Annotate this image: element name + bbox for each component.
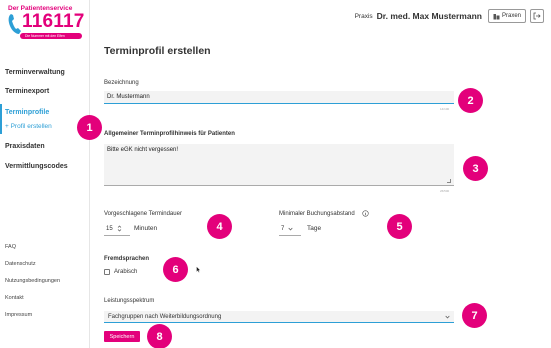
sidebar-item-terminexport[interactable]: Terminexport: [5, 88, 49, 95]
header-actions: Praxis Dr. med. Max Mustermann Praxen: [355, 9, 544, 23]
buchungsabstand-value: 7: [281, 225, 285, 232]
sidebar-item-terminverwaltung[interactable]: Terminverwaltung: [5, 69, 65, 76]
termindauer-label: Vorgeschlagene Termindauer: [104, 211, 182, 217]
buchungsabstand-select[interactable]: 7: [279, 222, 301, 236]
page-title: Terminprofil erstellen: [104, 45, 211, 57]
resize-handle[interactable]: [447, 179, 451, 183]
info-icon[interactable]: [362, 210, 369, 217]
hinweis-value: Bitte eGK nicht vergessen!: [107, 147, 179, 153]
praxis-name: Dr. med. Max Mustermann: [376, 11, 482, 21]
annotation-badge-8: 8: [147, 324, 172, 348]
bezeichnung-value: Dr. Mustermann: [107, 94, 150, 100]
footer-link-impressum[interactable]: Impressum: [5, 312, 32, 318]
active-indicator: [0, 104, 2, 134]
buchungsabstand-unit: Tage: [307, 225, 322, 232]
fremdsprachen-label: Fremdsprachen: [104, 256, 150, 262]
bezeichnung-label: Bezeichnung: [104, 80, 139, 86]
sidebar: Der Patientenservice 116117 Die Nummer m…: [0, 0, 90, 348]
phone-icon: [8, 14, 21, 34]
stepper-icon: [117, 225, 121, 232]
footer-link-faq[interactable]: FAQ: [5, 244, 16, 250]
termindauer-unit: Minuten: [134, 225, 158, 232]
chevron-down-icon: [288, 227, 293, 231]
arabisch-label: Arabisch: [114, 269, 138, 275]
sidebar-item-praxisdaten[interactable]: Praxisdaten: [5, 143, 45, 150]
bezeichnung-input[interactable]: Dr. Mustermann: [104, 91, 454, 104]
termindauer-stepper[interactable]: 15: [104, 222, 130, 236]
footer-link-datenschutz[interactable]: Datenschutz: [5, 261, 36, 267]
arabisch-checkbox[interactable]: [104, 269, 110, 275]
logout-button[interactable]: [530, 9, 544, 23]
chevron-down-icon: [445, 315, 450, 319]
footer-link-kontakt[interactable]: Kontakt: [5, 295, 24, 301]
praxis-label: Praxis: [354, 12, 373, 20]
annotation-badge-1: 1: [77, 115, 102, 140]
sidebar-item-profil-erstellen[interactable]: + Profil erstellen: [5, 123, 52, 130]
mouse-cursor-icon: [196, 266, 201, 273]
footer-link-nutzungsbedingungen[interactable]: Nutzungsbedingungen: [5, 278, 60, 284]
leistungsspektrum-value: Fachgruppen nach Weiterbildungsordnung: [108, 313, 222, 320]
annotation-badge-3: 3: [463, 156, 488, 181]
hinweis-textarea[interactable]: Bitte eGK nicht vergessen!: [104, 144, 454, 186]
annotation-badge-6: 6: [163, 257, 188, 282]
logo-number: 116117: [22, 11, 85, 32]
leistungsspektrum-label: Leistungsspektrum: [104, 298, 155, 304]
hinweis-label: Allgemeiner Terminprofilhinweis für Pati…: [104, 131, 235, 137]
logout-icon: [533, 12, 541, 20]
annotation-badge-2: 2: [458, 88, 483, 113]
annotation-badge-7: 7: [462, 303, 487, 328]
annotation-badge-4: 4: [207, 214, 232, 239]
termindauer-value: 15: [106, 225, 113, 232]
praxen-button[interactable]: Praxen: [487, 9, 526, 23]
building-icon: [493, 13, 500, 19]
sidebar-item-vermittlungscodes[interactable]: Vermittlungscodes: [5, 163, 68, 170]
annotation-badge-5: 5: [387, 214, 412, 239]
logo[interactable]: Der Patientenservice 116117 Die Nummer m…: [6, 5, 84, 43]
leistungsspektrum-select[interactable]: Fachgruppen nach Weiterbildungsordnung: [104, 311, 454, 323]
praxen-button-label: Praxen: [501, 13, 521, 19]
hinweis-counter: 26/500: [440, 189, 450, 193]
buchungsabstand-label: Minimaler Buchungsabstand: [279, 211, 355, 217]
logo-subtitle: Die Nummer mit den Elfen: [25, 34, 65, 38]
sidebar-item-terminprofile[interactable]: Terminprofile: [5, 109, 49, 116]
save-button[interactable]: Speichern: [104, 331, 140, 342]
bezeichnung-counter: 14/100: [440, 107, 450, 111]
